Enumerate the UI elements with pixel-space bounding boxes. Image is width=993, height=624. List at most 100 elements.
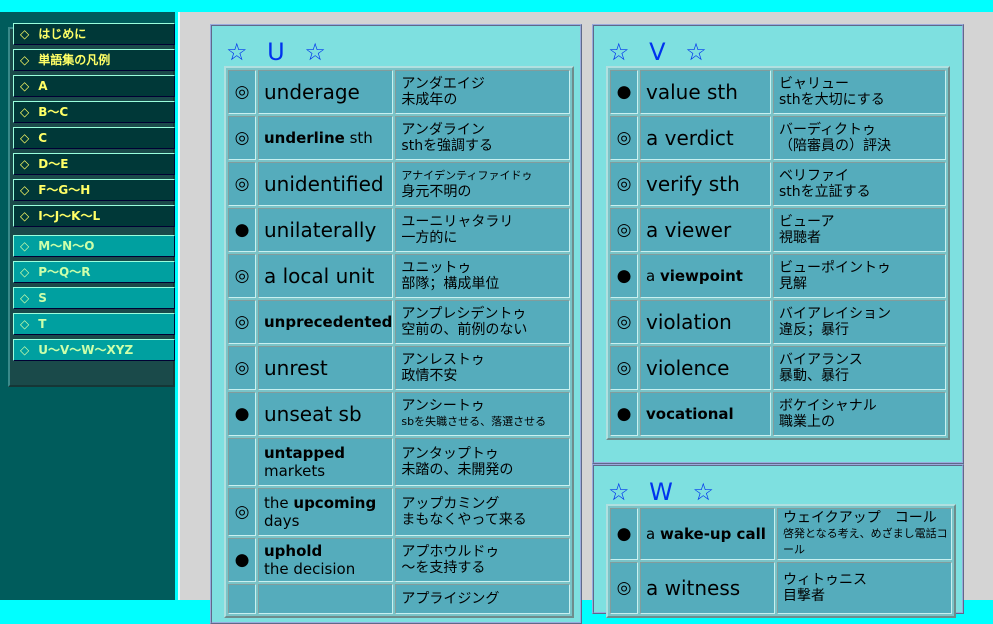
meaning-japanese: 未踏の、未開発の <box>401 462 514 478</box>
word-suffix: sth <box>702 172 740 196</box>
word-cell: value sth <box>640 70 771 114</box>
reading-katakana: ベリファイ <box>779 168 849 184</box>
reading-katakana: バイアランス <box>779 352 863 368</box>
double-circle-icon: ◎ <box>228 346 256 390</box>
word-suffix: sth <box>344 129 373 147</box>
meaning-japanese: sthを強調する <box>401 138 494 154</box>
double-circle-icon: ◎ <box>228 116 256 160</box>
vocab-table-w: ● a wake-up call ウェイクアップ コール 啓発となる考え、めざまし電話… <box>606 504 956 618</box>
nav-link[interactable]: ◇ S <box>13 287 175 309</box>
double-circle-icon: ◎ <box>228 70 256 114</box>
reading-katakana: アンプレシデントゥ <box>401 306 527 322</box>
nav-link[interactable]: ◇ B～C <box>13 101 175 123</box>
reading-katakana: ウェイクアップ コール <box>783 510 937 526</box>
reading-cell: ビューア 視聴者 <box>773 208 946 252</box>
double-circle-icon: ◎ <box>228 488 256 536</box>
nav-link[interactable]: ◇ D～E <box>13 153 175 175</box>
diamond-icon: ◇ <box>20 239 30 253</box>
reading-cell: アップカミング まもなくやって来る <box>395 488 571 536</box>
filled-circle-icon: ● <box>610 254 638 298</box>
meaning-japanese: 未成年の <box>401 92 458 108</box>
star-icon: ☆ <box>692 478 715 506</box>
nav-link[interactable]: ◇ M～N～O <box>13 235 175 257</box>
diamond-icon: ◇ <box>20 265 30 279</box>
vocab-word: unprecedented <box>264 313 393 331</box>
reading-cell: アナイデンティファイドゥ 身元不明の <box>395 162 571 206</box>
reading-katakana: ビューア <box>779 214 835 230</box>
word-prefix: a <box>646 525 660 543</box>
nav-link[interactable]: ◇ F～G～H <box>13 179 175 201</box>
nav-link[interactable]: ◇ U～V～W～XYZ <box>13 339 175 361</box>
nav-link[interactable]: ◇ 単語集の凡例 <box>13 49 175 71</box>
reading-katakana: アナイデンティファイドゥ <box>401 169 533 182</box>
star-icon: ☆ <box>685 38 707 66</box>
word-suffix: the decision <box>264 560 356 578</box>
vocab-word: verify <box>646 172 703 196</box>
reading-katakana: アンシートゥ <box>401 398 485 414</box>
nav-link-label: はじめに <box>38 27 87 41</box>
vocab-word: wake-up call <box>659 525 766 543</box>
nav-link[interactable]: ◇ はじめに <box>13 23 175 45</box>
meaning-japanese: 違反；暴行 <box>779 322 849 338</box>
word-cell: uphold the decision <box>258 538 394 582</box>
meaning-japanese: sthを立証する <box>779 184 871 200</box>
vocab-word: underage <box>264 80 360 104</box>
nav-link[interactable]: ◇ C <box>13 127 175 149</box>
nav-link[interactable]: ◇ I～J～K～L <box>13 205 175 227</box>
vocab-word: untapped <box>264 444 346 462</box>
reading-katakana: アンタップトゥ <box>401 446 499 462</box>
reading-katakana: バイアレイション <box>779 306 891 322</box>
reading-cell: ウェイクアップ コール 啓発となる考え、めざまし電話コール <box>777 508 952 560</box>
word-cell: violation <box>640 300 771 344</box>
meaning-japanese: 政情不安 <box>401 368 458 384</box>
meaning-japanese: sthを大切にする <box>779 92 885 108</box>
diamond-icon: ◇ <box>20 343 30 357</box>
star-icon: ☆ <box>608 38 630 66</box>
table-row: ◎ the upcoming days アップカミング まもなくやって来る <box>228 488 571 536</box>
double-circle-icon: ◎ <box>610 562 638 614</box>
section-u-panel: ☆ U ☆ ◎ underage アンダエイジ 未成年の ◎ underline sth ア… <box>210 24 582 624</box>
table-row: ◎ unrest アンレストゥ 政情不安 <box>228 346 571 390</box>
meaning-japanese: まもなくやって来る <box>401 512 527 528</box>
word-prefix: a local <box>264 264 336 288</box>
vocab-word: unidentified <box>264 172 384 196</box>
vocab-word: unit <box>335 264 375 288</box>
double-circle-icon: ◎ <box>610 346 638 390</box>
word-cell: underline sth <box>258 116 394 160</box>
nav-link-label: D～E <box>38 157 69 171</box>
word-cell: underage <box>258 70 394 114</box>
nav-link[interactable]: ◇ P～Q～R <box>13 261 175 283</box>
word-cell: violence <box>640 346 771 390</box>
table-row: ◎ violation バイアレイション 違反；暴行 <box>610 300 946 344</box>
reading-cell: アンプレシデントゥ 空前の、前例のない <box>395 300 571 344</box>
word-prefix: a <box>646 576 665 600</box>
diamond-icon: ◇ <box>20 209 30 223</box>
nav-link-label: T <box>38 317 47 331</box>
reading-cell: アプホウルドゥ ～を支持する <box>395 538 571 582</box>
table-row: ◎ a viewer ビューア 視聴者 <box>610 208 946 252</box>
table-row: ● value sth ビャリュー sthを大切にする <box>610 70 946 114</box>
reading-katakana: アンダエイジ <box>401 76 485 92</box>
diamond-icon: ◇ <box>20 79 30 93</box>
double-circle-icon: ◎ <box>610 300 638 344</box>
section-w-panel: ☆ W ☆ ● a wake-up call ウェイクアップ コール 啓発となる考え、… <box>592 464 964 618</box>
diamond-icon: ◇ <box>20 27 30 41</box>
reading-cell: アンダライン sthを強調する <box>395 116 571 160</box>
meaning-japanese: 一方的に <box>401 230 458 246</box>
nav-link[interactable]: ◇ A <box>13 75 175 97</box>
word-prefix: a <box>646 267 660 285</box>
vocab-word: verdict <box>664 126 734 150</box>
word-suffix: days <box>264 512 300 530</box>
reading-cell: アンタップトゥ 未踏の、未開発の <box>395 438 571 486</box>
word-cell: a witness <box>640 562 775 614</box>
section-letter: U <box>267 38 285 66</box>
reading-cell: バイアレイション 違反；暴行 <box>773 300 946 344</box>
vocab-word: viewer <box>664 218 732 242</box>
nav-link[interactable]: ◇ T <box>13 313 175 335</box>
meaning-japanese: 暴動、暴行 <box>779 368 849 384</box>
reading-cell: アプライジング <box>395 584 571 614</box>
vocab-word: vocational <box>646 405 734 423</box>
double-circle-icon: ◎ <box>610 116 638 160</box>
reading-katakana: ビャリュー <box>779 76 849 92</box>
nav-link-label: M～N～O <box>38 239 95 253</box>
